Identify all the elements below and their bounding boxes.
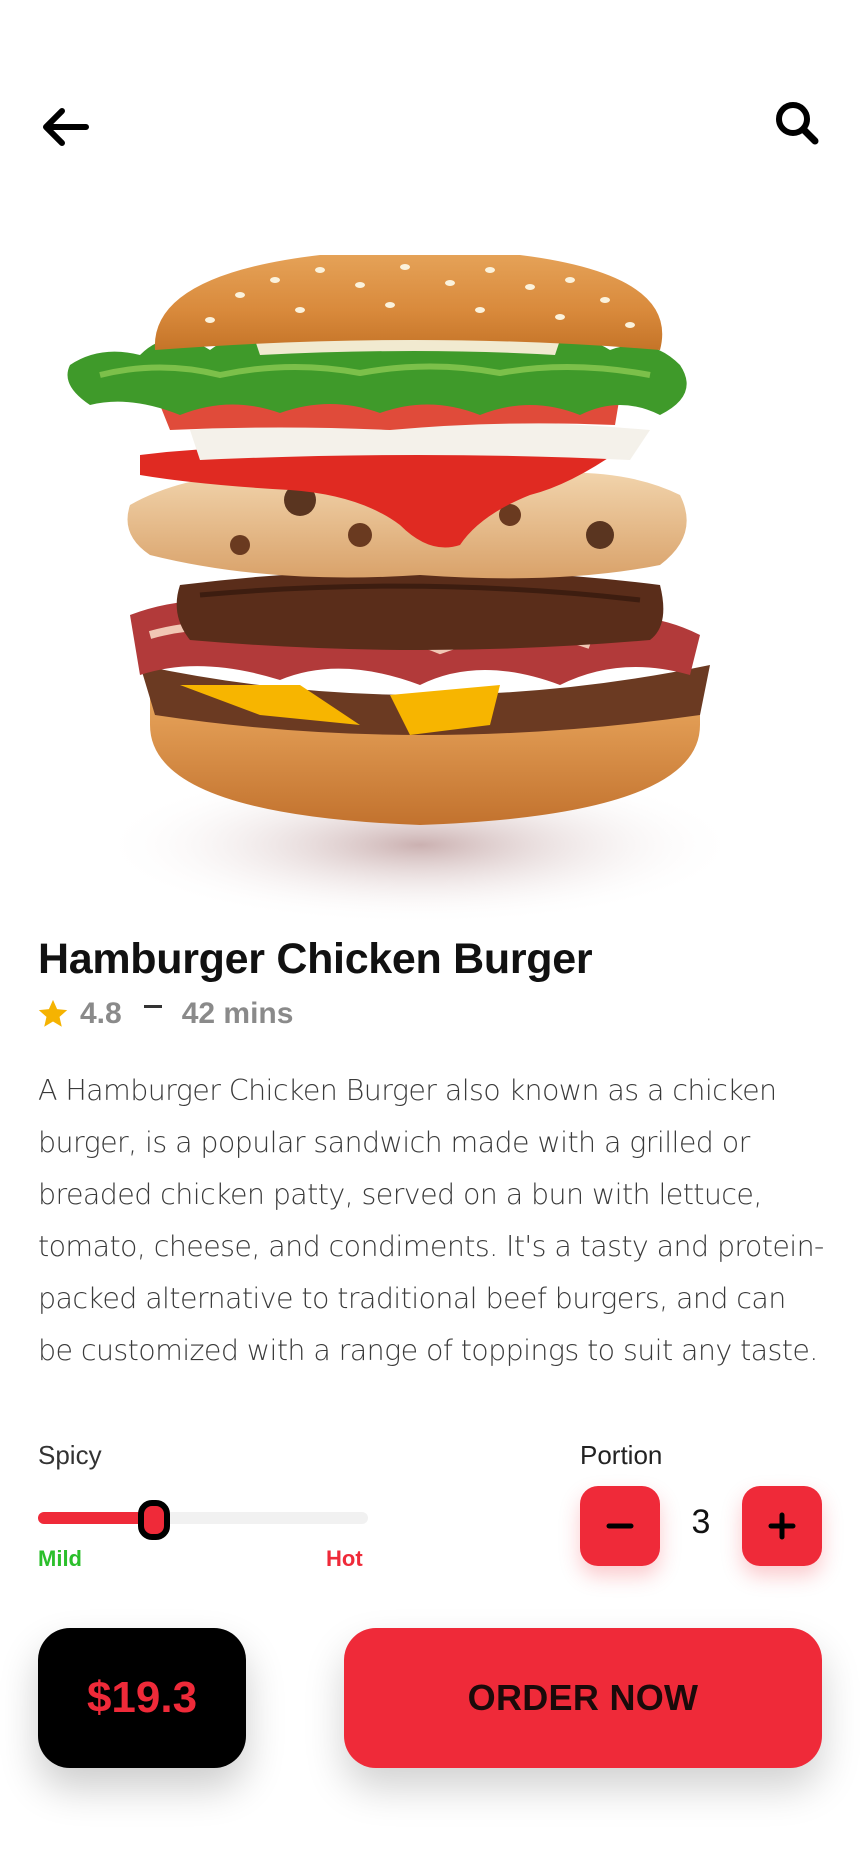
arrow-left-icon (43, 108, 89, 146)
spicy-slider[interactable] (38, 1500, 368, 1540)
slider-thumb[interactable] (137, 1500, 170, 1540)
search-icon (776, 102, 819, 145)
separator (143, 1004, 162, 1008)
delivery-time: 42 mins (181, 997, 294, 1030)
burger-image (67, 255, 740, 925)
hot-label: Hot (326, 1546, 363, 1571)
back-button[interactable] (30, 92, 100, 162)
price-value: $19.3 (86, 1673, 198, 1722)
rating-value: 4.8 (80, 997, 122, 1030)
order-now-button[interactable]: ORDER NOW (344, 1628, 822, 1768)
portion-quantity: 3 (691, 1503, 711, 1541)
decrease-button[interactable] (580, 1486, 660, 1566)
increase-button[interactable] (742, 1486, 822, 1566)
product-description: A Hamburger Chicken Burger also known as… (38, 1074, 824, 1367)
product-meta: 4.8 42 mins (36, 997, 293, 1031)
mild-label: Mild (38, 1546, 82, 1571)
slider-fill (38, 1512, 154, 1524)
portion-label: Portion (580, 1440, 663, 1470)
price-box: $19.3 (38, 1628, 246, 1768)
spicy-label: Spicy (38, 1440, 102, 1470)
minus-icon (606, 1523, 634, 1529)
search-button[interactable] (762, 88, 832, 158)
star-icon (38, 999, 68, 1027)
plus-icon (768, 1512, 796, 1540)
product-title: Hamburger Chicken Burger (38, 935, 593, 983)
